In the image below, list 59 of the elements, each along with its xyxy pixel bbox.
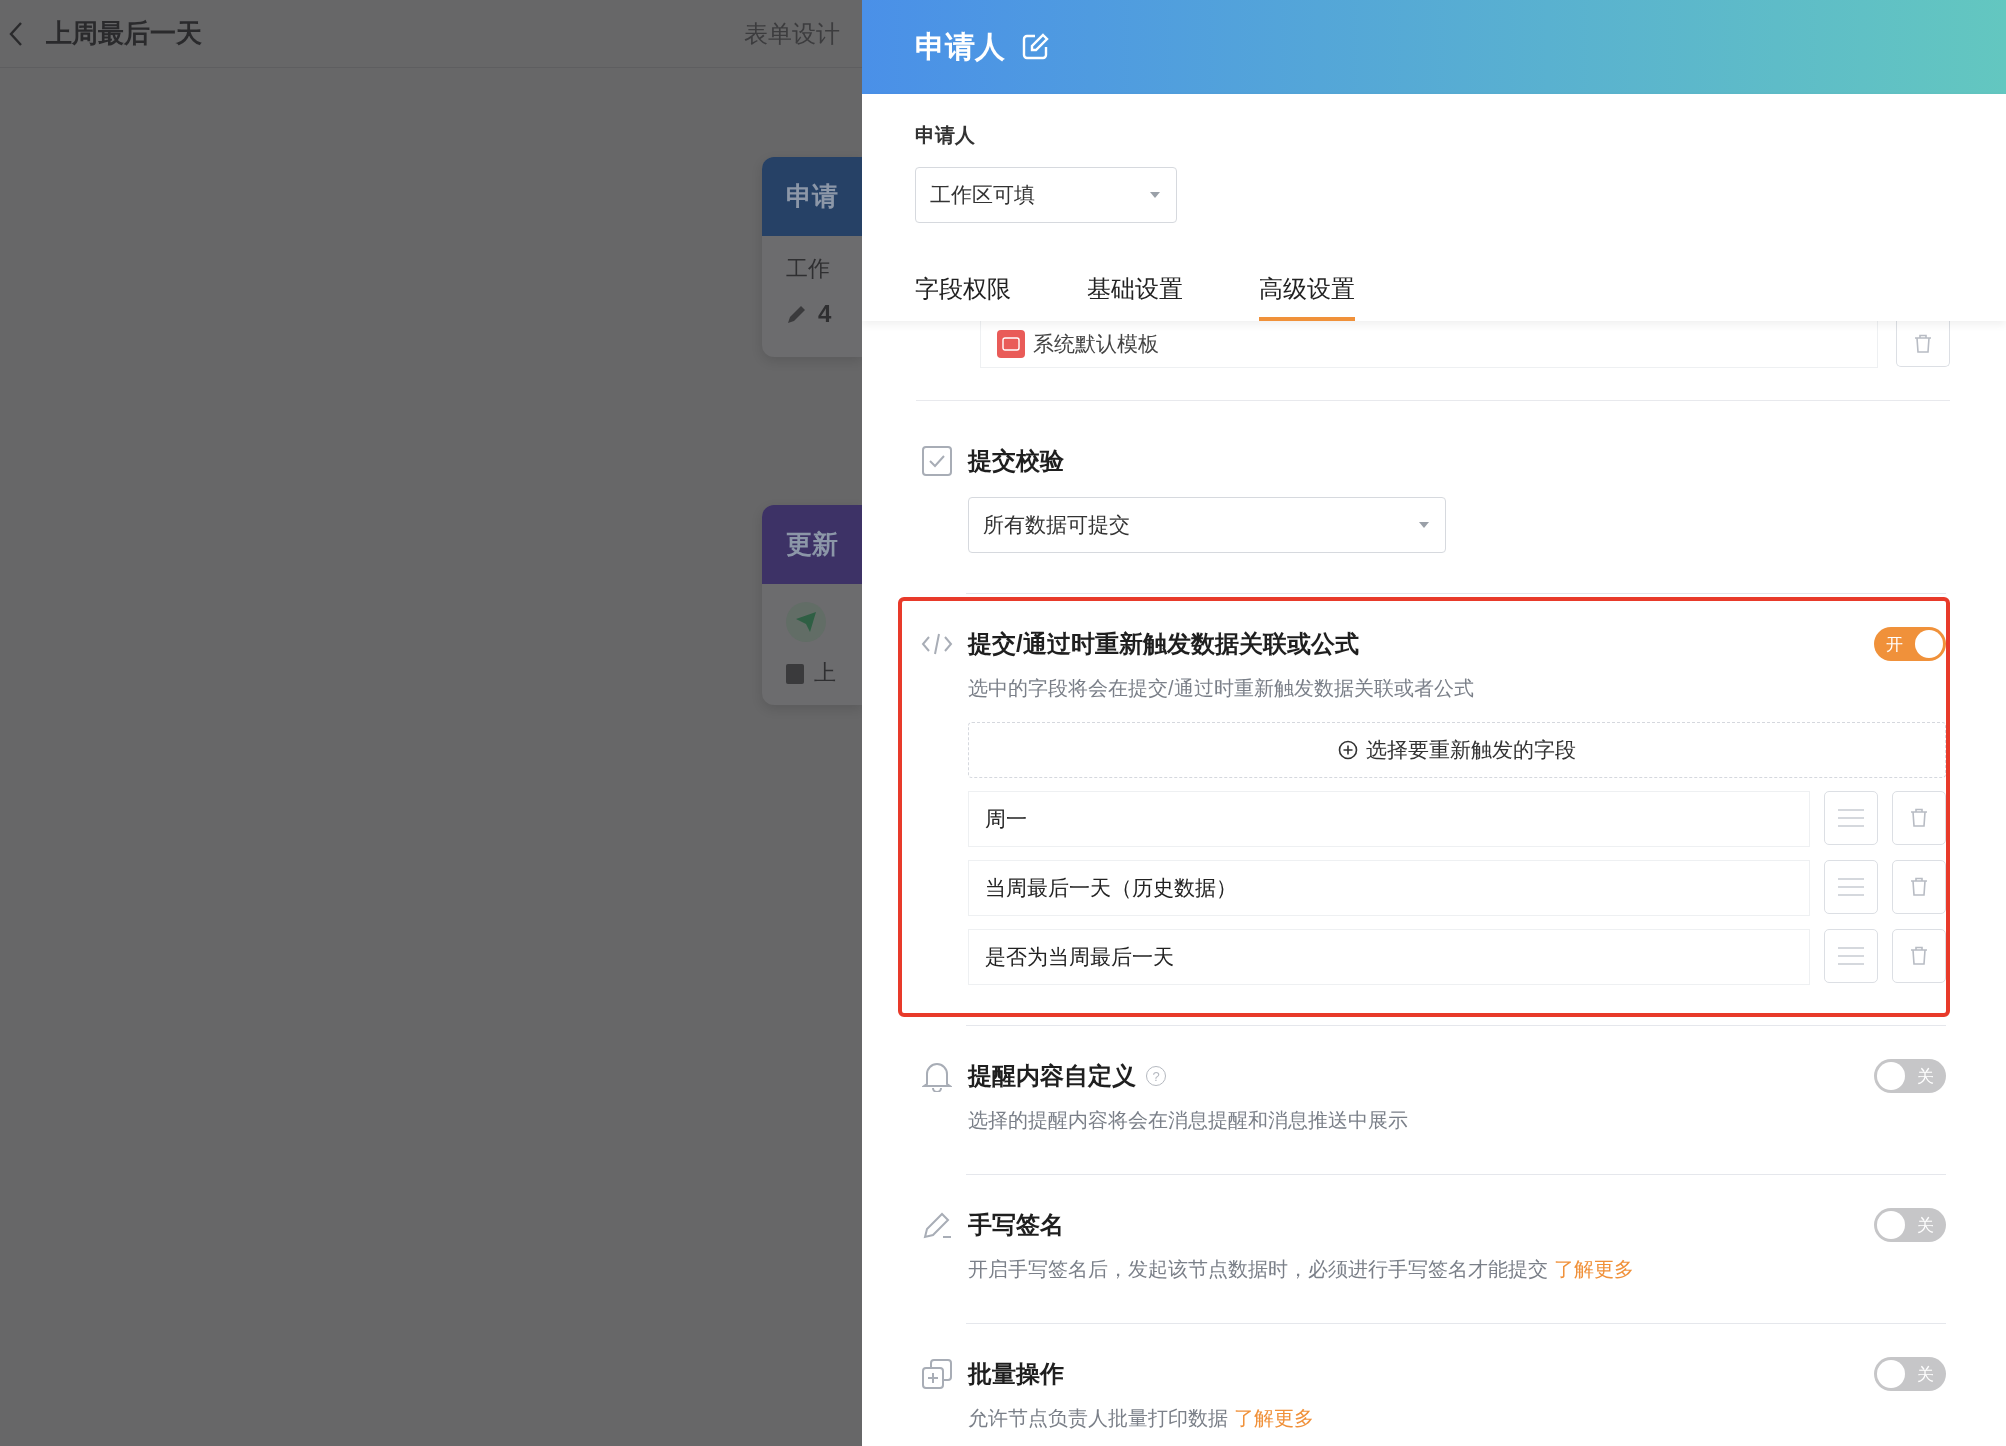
back-icon[interactable] <box>8 20 24 47</box>
tab[interactable]: 基础设置 <box>1087 273 1183 321</box>
pencil-icon <box>786 303 808 325</box>
delete-button[interactable] <box>1892 929 1946 983</box>
delete-button[interactable] <box>1892 791 1946 845</box>
node-title: 更新 <box>786 528 838 561</box>
description: 选中的字段将会在提交/通过时重新触发数据关联或者公式 <box>968 676 1475 701</box>
description: 允许节点负责人批量打印数据 了解更多 <box>968 1406 1315 1431</box>
section-title: 提醒内容自定义 <box>968 1061 1136 1091</box>
node-text: 工作 <box>786 255 831 283</box>
template-item[interactable]: 系统默认模板 <box>980 321 1878 368</box>
section-title: 提交/通过时重新触发数据关联或公式 <box>968 629 1359 659</box>
caret-icon <box>1150 192 1160 198</box>
node-title: 申请 <box>786 180 838 213</box>
trash-icon <box>1910 946 1928 966</box>
menu-icon <box>1838 946 1864 966</box>
learn-more-link[interactable]: 了解更多 <box>1233 1407 1314 1429</box>
trash-icon <box>1914 333 1932 354</box>
toggle-switch[interactable]: 开 <box>1874 627 1946 661</box>
page-title: 上周最后一天 <box>46 17 203 50</box>
send-icon <box>795 611 817 633</box>
tab[interactable]: 字段权限 <box>915 273 1011 321</box>
validation-select[interactable]: 所有数据可提交 <box>968 497 1446 553</box>
delete-button[interactable] <box>1896 321 1950 367</box>
trash-icon <box>1910 808 1928 828</box>
edit-count: 4 <box>818 300 832 328</box>
section-title: 批量操作 <box>968 1359 1064 1389</box>
copy-add-icon <box>921 1358 953 1390</box>
field-name: 周一 <box>968 791 1810 847</box>
menu-icon <box>1838 808 1864 828</box>
pdf-icon <box>997 330 1025 358</box>
drag-handle-button[interactable] <box>1824 929 1878 983</box>
delete-button[interactable] <box>1892 860 1946 914</box>
clipboard-icon <box>786 662 804 684</box>
field-name: 是否为当周最后一天 <box>968 929 1810 985</box>
add-field-button[interactable]: 选择要重新触发的字段 <box>968 722 1946 778</box>
panel-title: 申请人 <box>915 28 1005 65</box>
edit-icon[interactable] <box>1021 33 1049 61</box>
description: 选择的提醒内容将会在消息提醒和消息推送中展示 <box>968 1108 1409 1133</box>
code-icon <box>921 632 953 656</box>
field-label: 申请人 <box>915 123 976 148</box>
section-title: 提交校验 <box>968 446 1064 476</box>
bell-icon <box>922 1060 952 1092</box>
drag-handle-button[interactable] <box>1824 860 1878 914</box>
checkbox-icon <box>921 445 953 477</box>
node-text: 上 <box>814 659 836 687</box>
plus-circle-icon <box>1338 740 1358 760</box>
field-name: 当周最后一天（历史数据） <box>968 860 1810 916</box>
trash-icon <box>1910 877 1928 897</box>
caret-icon <box>1419 522 1429 528</box>
tab[interactable]: 高级设置 <box>1259 273 1355 321</box>
node-card[interactable]: 更新 上 <box>762 505 862 705</box>
permission-select[interactable]: 工作区可填 <box>915 167 1177 223</box>
description: 开启手写签名后，发起该节点数据时，必须进行手写签名才能提交 了解更多 <box>968 1257 1635 1282</box>
drag-handle-button[interactable] <box>1824 791 1878 845</box>
menu-icon <box>1838 877 1864 897</box>
learn-more-link[interactable]: 了解更多 <box>1553 1258 1634 1280</box>
node-card[interactable]: 申请 工作 4 <box>762 157 862 357</box>
section-title: 手写签名 <box>968 1210 1064 1240</box>
